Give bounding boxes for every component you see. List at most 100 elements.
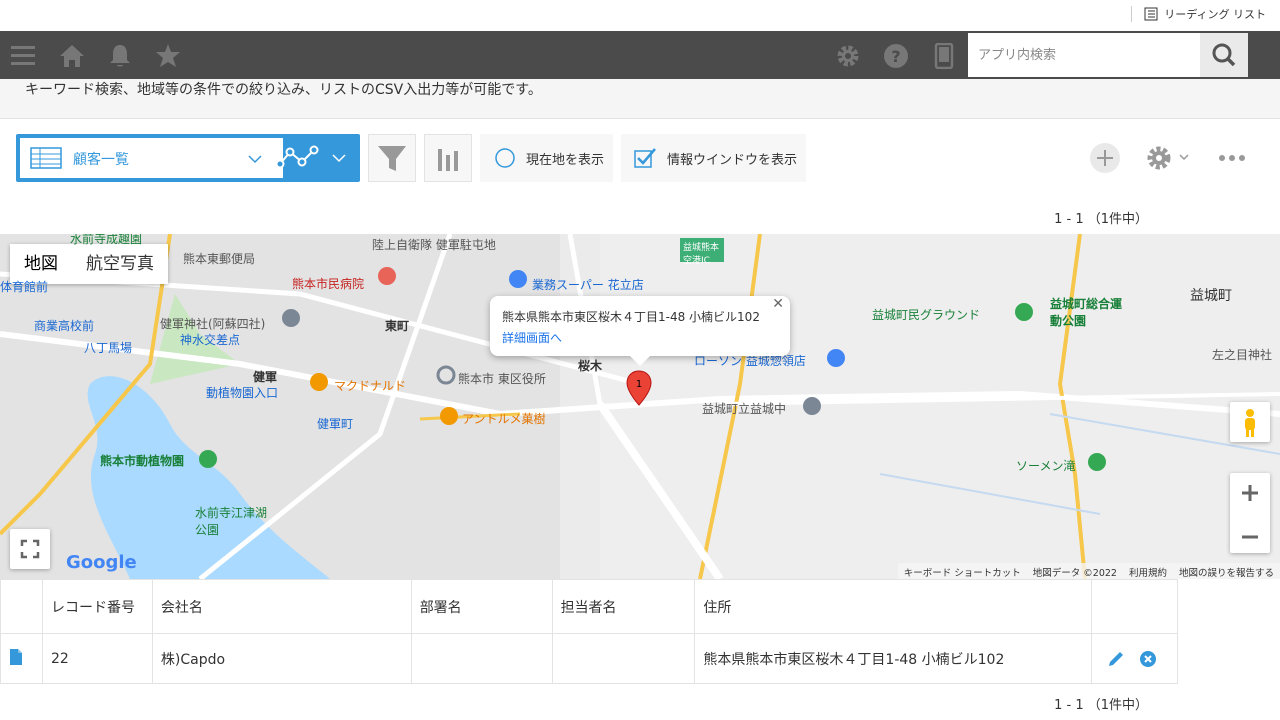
view-selector[interactable]: 顧客一覧: [16, 134, 360, 182]
more-options-icon[interactable]: [1218, 152, 1246, 164]
map-marker[interactable]: 1: [626, 370, 652, 406]
reading-list-label: リーディング リスト: [1164, 8, 1266, 21]
column-header[interactable]: 会社名: [151, 579, 412, 634]
google-logo: Google: [66, 552, 137, 573]
info-window: 熊本県熊本市東区桜木４丁目1-48 小楠ビル102 詳細画面へ ✕: [490, 296, 790, 366]
pagination-bottom: 1 - 1 （1件中）: [1054, 698, 1148, 713]
view-dropdown[interactable]: 顧客一覧: [20, 138, 283, 178]
search-button[interactable]: [1200, 33, 1248, 77]
marker-label: 1: [636, 379, 642, 390]
map-label: 熊本市動植物園: [100, 454, 185, 468]
info-window-address: 熊本県熊本市東区桜木４丁目1-48 小楠ビル102: [502, 310, 760, 324]
reading-list-icon: [1144, 7, 1158, 21]
app-description-area: キーワード検索、地域等の条件での絞り込み、リストのCSV入出力等が可能です。: [0, 79, 1280, 119]
map-label: 神水交差点: [180, 333, 241, 347]
column-header[interactable]: 住所: [694, 579, 1093, 634]
row-detail-cell[interactable]: [0, 633, 43, 684]
add-record-button[interactable]: [1089, 142, 1121, 174]
map-label: 健軍町: [317, 417, 354, 431]
close-icon[interactable]: ✕: [772, 296, 784, 312]
map[interactable]: 地図 航空写真 水前寺成趣園 体育館前 熊本東郵便局 陸上自衛隊 健軍駐屯地 熊…: [0, 234, 1280, 579]
browser-strip: リーディング リスト: [0, 0, 1280, 31]
fullscreen-button[interactable]: [10, 529, 50, 569]
divider: [1131, 6, 1133, 22]
map-label: 東町: [385, 319, 410, 333]
report-error-link[interactable]: 地図の誤りを報告する: [1179, 565, 1274, 579]
delete-icon[interactable]: [1138, 649, 1158, 669]
keyboard-shortcuts-link[interactable]: キーボード ショートカット: [904, 565, 1021, 579]
search-icon: [1212, 43, 1236, 67]
edit-icon[interactable]: [1106, 649, 1126, 669]
map-label: 動植物園入口: [206, 386, 279, 400]
app-search-input[interactable]: [968, 33, 1200, 77]
header-actions-column: [1091, 579, 1178, 634]
show-info-window-toggle[interactable]: 情報ウインドウを表示: [621, 134, 806, 182]
filter-icon: [378, 146, 406, 171]
map-label: 益城町立益城中: [702, 402, 787, 416]
map-label: 健軍: [253, 370, 278, 384]
settings-menu-button[interactable]: [1145, 144, 1191, 172]
home-icon[interactable]: [59, 43, 85, 69]
filter-button[interactable]: [368, 134, 416, 182]
map-label: 益城町: [1190, 288, 1232, 304]
zoom-in-button[interactable]: [1230, 473, 1270, 513]
zoom-control: [1230, 473, 1270, 553]
contact-person-cell: [551, 633, 696, 684]
table-view-icon: [30, 147, 62, 169]
star-icon[interactable]: [155, 43, 181, 69]
map-label: 水前寺江津湖公園: [195, 506, 268, 537]
company-name-cell: 株)Capdo: [151, 633, 412, 684]
row-actions-cell: [1091, 633, 1178, 684]
graph-icon[interactable]: [276, 144, 320, 172]
map-label: アントルメ菓樹: [462, 412, 546, 426]
checkbox-checked-icon: [634, 148, 656, 168]
bell-icon[interactable]: [107, 43, 133, 69]
map-label: 益城町総合運動公園: [1050, 297, 1123, 328]
map-label: 熊本市 東区役所: [458, 372, 546, 386]
bar-chart-icon: [438, 149, 458, 171]
map-label: 益城町民グラウンド: [872, 308, 981, 322]
help-icon[interactable]: ?: [883, 43, 909, 69]
table-header-row: レコード番号 会社名 部署名 担当者名 住所: [0, 579, 1178, 634]
reading-list-button[interactable]: リーディング リスト: [1131, 6, 1266, 22]
map-data-credit: 地図データ ©2022: [1032, 568, 1117, 579]
view-name: 顧客一覧: [73, 152, 129, 168]
show-current-location-label: 現在地を表示: [526, 152, 605, 168]
table-row: 22 株)Capdo 熊本県熊本市東区桜木４丁目1-48 小楠ビル102: [0, 633, 1178, 684]
graph-button[interactable]: [424, 134, 472, 182]
app-description: キーワード検索、地域等の条件での絞り込み、リストのCSV入出力等が可能です。: [25, 82, 542, 98]
map-label: マクドナルド: [334, 379, 407, 393]
terms-link[interactable]: 利用規約: [1129, 565, 1167, 579]
map-label: 益城熊本空港IC: [683, 243, 720, 266]
header-icon-column: [0, 579, 43, 634]
street-view-control[interactable]: [1230, 402, 1270, 442]
document-icon[interactable]: [9, 648, 23, 666]
map-label: 業務スーパー 花立店: [532, 278, 644, 292]
column-header[interactable]: 部署名: [410, 579, 553, 634]
show-current-location-toggle[interactable]: 現在地を表示: [480, 134, 613, 182]
record-number-cell: 22: [41, 633, 153, 684]
map-label: 水前寺成趣園: [70, 234, 143, 246]
info-window-detail-link[interactable]: 詳細画面へ: [502, 329, 778, 346]
pegman-icon: [1245, 409, 1255, 437]
svg-text:?: ?: [891, 47, 900, 66]
map-label: 桜木: [578, 359, 603, 373]
chevron-down-icon[interactable]: [332, 153, 346, 163]
map-footer: キーボード ショートカット 地図データ ©2022 利用規約 地図の誤りを報告す…: [897, 563, 1280, 579]
zoom-out-button[interactable]: [1230, 517, 1270, 557]
show-info-window-label: 情報ウインドウを表示: [667, 152, 798, 168]
column-header[interactable]: レコード番号: [41, 579, 153, 634]
address-cell: 熊本県熊本市東区桜木４丁目1-48 小楠ビル102: [694, 633, 1093, 684]
column-header[interactable]: 担当者名: [551, 579, 696, 634]
map-label: ソーメン滝: [1016, 459, 1076, 473]
gear-icon[interactable]: [835, 43, 861, 69]
radio-unchecked-icon: [495, 148, 515, 168]
map-label: 熊本東郵便局: [183, 252, 256, 266]
map-label: 八丁馬場: [84, 341, 133, 355]
department-cell: [410, 633, 553, 684]
chevron-down-icon: [248, 155, 262, 164]
map-type-satellite[interactable]: 航空写真: [72, 244, 168, 284]
menu-icon[interactable]: [10, 43, 36, 69]
map-label: 陸上自衛隊 健軍駐屯地: [372, 238, 496, 252]
mobile-icon[interactable]: [931, 43, 957, 69]
